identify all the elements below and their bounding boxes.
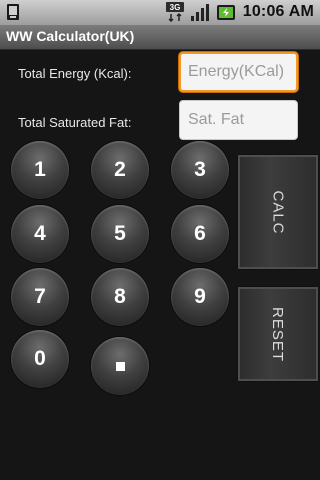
key-3[interactable]: 3 <box>171 141 229 199</box>
key-0[interactable]: 0 <box>11 330 69 388</box>
key-2[interactable]: 2 <box>91 141 149 199</box>
status-bar: 3G 10:06 AM <box>0 0 320 25</box>
energy-label: Total Energy (Kcal): <box>18 66 132 81</box>
saturated-fat-label: Total Saturated Fat: <box>18 115 132 130</box>
reset-button[interactable]: RESET <box>238 287 318 381</box>
app-title: WW Calculator(UK) <box>6 28 135 44</box>
3g-network-icon: 3G <box>166 2 184 22</box>
calc-button-label: CALC <box>269 189 287 235</box>
saturated-fat-input[interactable] <box>179 100 298 140</box>
key-7[interactable]: 7 <box>11 268 69 326</box>
key-4[interactable]: 4 <box>11 205 69 263</box>
key-5[interactable]: 5 <box>91 205 149 263</box>
energy-input[interactable] <box>179 52 298 92</box>
key-9[interactable]: 9 <box>171 268 229 326</box>
decimal-point-key[interactable] <box>91 337 149 395</box>
svg-text:3G: 3G <box>170 3 181 12</box>
clock: 10:06 AM <box>242 3 314 20</box>
key-8[interactable]: 8 <box>91 268 149 326</box>
title-bar: WW Calculator(UK) <box>0 25 320 50</box>
key-1[interactable]: 1 <box>11 141 69 199</box>
reset-button-label: RESET <box>269 306 287 362</box>
square-dot-icon <box>115 361 125 371</box>
calc-button[interactable]: CALC <box>238 155 318 269</box>
notification-icon <box>7 4 19 20</box>
battery-charging-icon <box>217 5 235 20</box>
signal-strength-icon <box>191 4 209 21</box>
key-6[interactable]: 6 <box>171 205 229 263</box>
